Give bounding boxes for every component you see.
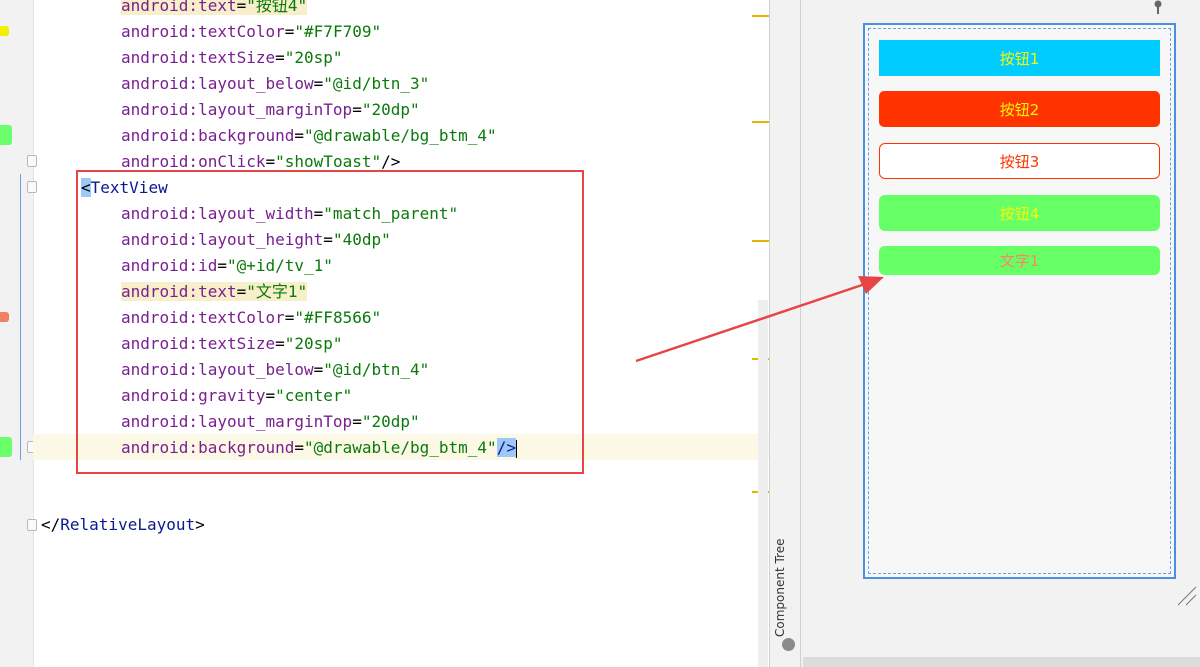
preview-button[interactable]: 按钮4 xyxy=(879,195,1160,231)
change-marker[interactable] xyxy=(0,26,9,36)
attribute-name: android:layout_below xyxy=(121,74,314,93)
globe-icon[interactable] xyxy=(782,638,795,651)
preview-button[interactable]: 按钮1 xyxy=(879,40,1160,76)
attribute-name: android:text xyxy=(121,0,237,15)
change-marker[interactable] xyxy=(0,437,12,457)
highlight-box xyxy=(76,170,584,474)
attribute-value: "#F7F709" xyxy=(294,22,382,41)
resize-handle-icon[interactable] xyxy=(1176,585,1198,607)
attribute-name: android:layout_marginTop xyxy=(121,100,353,119)
pin-icon[interactable] xyxy=(1152,0,1164,14)
preview-textview[interactable]: 文字1 xyxy=(879,246,1160,275)
code-line: android:textSize="20sp" xyxy=(121,48,343,67)
closing-tag-name: RelativeLayout xyxy=(60,515,196,534)
change-marker[interactable] xyxy=(0,125,12,145)
vertical-scrollbar[interactable] xyxy=(758,300,768,667)
warning-mark[interactable] xyxy=(752,15,769,17)
code-line: android:layout_below="@id/btn_3" xyxy=(121,74,430,93)
code-line: android:textColor="#F7F709" xyxy=(121,22,382,41)
attribute-value: "20dp" xyxy=(361,100,420,119)
attribute-value: "20sp" xyxy=(284,48,343,67)
editor-gutter xyxy=(0,0,37,667)
attribute-name: android:textColor xyxy=(121,22,285,41)
scope-indicator xyxy=(20,174,21,460)
attribute-value: "按钮4" xyxy=(246,0,308,15)
closing-tag-line: </RelativeLayout> xyxy=(41,515,205,534)
attribute-value: "@drawable/bg_btm_4" xyxy=(304,126,497,145)
preview-button[interactable]: 按钮2 xyxy=(879,91,1160,127)
code-line: android:background="@drawable/bg_btm_4" xyxy=(121,126,497,145)
attribute-name: android:background xyxy=(121,126,295,145)
attribute-value: "@id/btn_3" xyxy=(323,74,430,93)
component-tree-tab[interactable]: Component Tree xyxy=(773,527,787,637)
attribute-value: "showToast" xyxy=(275,152,382,171)
preview-button[interactable]: 按钮3 xyxy=(879,143,1160,179)
attribute-name: android:textSize xyxy=(121,48,276,67)
attribute-name: android:onClick xyxy=(121,152,266,171)
warning-mark[interactable] xyxy=(752,121,769,123)
code-line: android:layout_marginTop="20dp" xyxy=(121,100,420,119)
warning-mark[interactable] xyxy=(752,240,769,242)
code-line: android:text="按钮4" xyxy=(121,0,308,19)
horizontal-scrollbar[interactable] xyxy=(803,657,1200,667)
change-marker[interactable] xyxy=(0,312,9,322)
